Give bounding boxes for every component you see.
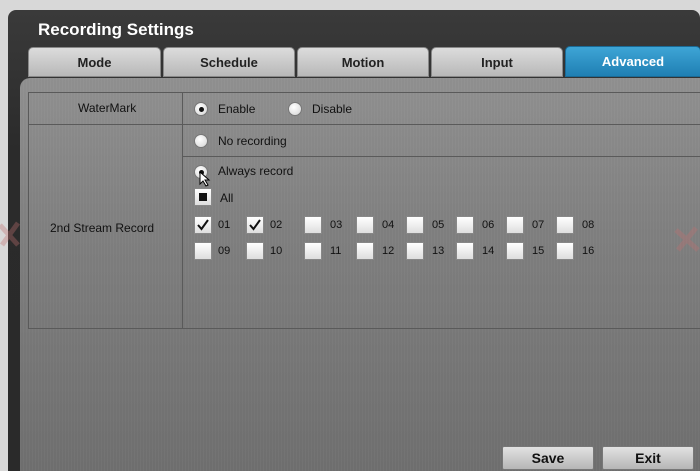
mouse-pointer-icon [199,171,211,187]
channel-15-label: 15 [532,245,545,257]
tab-mode[interactable]: Mode [28,47,161,77]
channel-07-checkbox[interactable] [506,216,524,234]
partial-check-square [199,193,207,201]
column-divider [182,92,183,328]
channel-16-label: 16 [582,245,595,257]
channel-15-checkbox[interactable] [506,242,524,260]
channel-05-checkbox[interactable] [406,216,424,234]
channel-10-label: 10 [270,245,283,257]
channel-04-label: 04 [382,219,395,231]
tab-input[interactable]: Input [431,47,563,77]
all-channels-checkbox[interactable] [194,188,212,206]
watermark-disable-radio[interactable] [288,102,302,116]
tab-advanced[interactable]: Advanced [565,46,700,77]
row-divider [28,124,700,125]
channel-03-label: 03 [330,219,343,231]
watermark-disable-label: Disable [312,102,353,116]
channel-04-checkbox[interactable] [356,216,374,234]
window-title: Recording Settings [38,20,194,39]
tab-motion[interactable]: Motion [297,47,429,77]
channel-09-label: 09 [218,245,231,257]
channel-01-checkbox[interactable] [194,216,212,234]
table-border-left [28,92,29,328]
recording-settings-window: Recording Settings Mode Schedule Motion … [8,10,700,471]
watermark-logo-right-icon [674,226,700,252]
channel-06-checkbox[interactable] [456,216,474,234]
tab-schedule[interactable]: Schedule [163,47,295,77]
exit-button[interactable]: Exit [602,446,694,470]
channel-12-label: 12 [382,245,395,257]
watermark-label: WaterMark [78,101,137,115]
table-border-top [28,92,700,93]
channel-08-label: 08 [582,219,595,231]
advanced-settings-panel: WaterMark Enable Disable 2nd Stream Reco… [20,78,700,471]
table-border-bottom [28,328,700,329]
channel-10-checkbox[interactable] [246,242,264,260]
no-recording-label: No recording [218,134,287,148]
channel-07-label: 07 [532,219,545,231]
channel-13-label: 13 [432,245,445,257]
check-icon [197,219,209,231]
channel-01-label: 01 [218,219,231,231]
channel-02-checkbox[interactable] [246,216,264,234]
save-button[interactable]: Save [502,446,594,470]
watermark-enable-radio[interactable] [194,102,208,116]
all-channels-label: All [220,191,234,205]
channel-06-label: 06 [482,219,495,231]
radio-selected-dot [199,107,204,112]
second-stream-label: 2nd Stream Record [50,221,155,235]
channel-11-label: 11 [330,245,342,257]
watermark-logo-left-icon [0,221,21,247]
channel-02-label: 02 [270,219,283,231]
channel-03-checkbox[interactable] [304,216,322,234]
option-divider [182,156,700,157]
channel-12-checkbox[interactable] [356,242,374,260]
channel-14-checkbox[interactable] [456,242,474,260]
channel-14-label: 14 [482,245,495,257]
channel-09-checkbox[interactable] [194,242,212,260]
channel-11-checkbox[interactable] [304,242,322,260]
check-icon [249,219,261,231]
channel-16-checkbox[interactable] [556,242,574,260]
channel-13-checkbox[interactable] [406,242,424,260]
no-recording-radio[interactable] [194,134,208,148]
watermark-enable-label: Enable [218,102,256,116]
channel-08-checkbox[interactable] [556,216,574,234]
always-record-label: Always record [218,164,294,178]
channel-05-label: 05 [432,219,445,231]
